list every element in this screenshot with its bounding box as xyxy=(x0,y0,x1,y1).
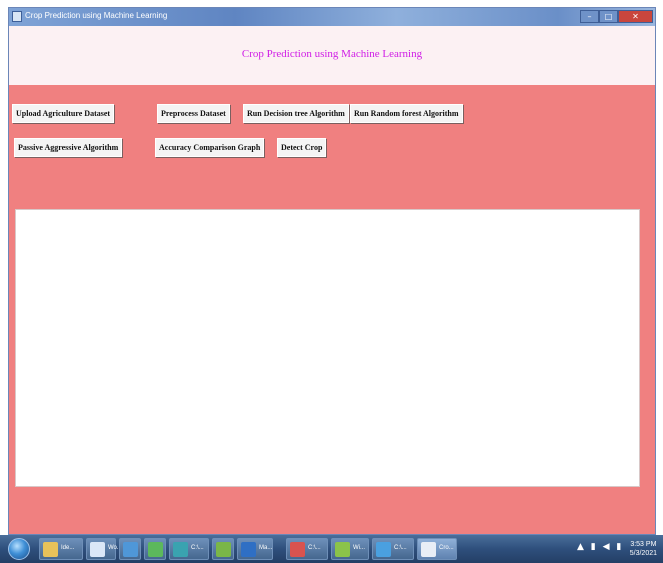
taskbar-button[interactable]: Wo... xyxy=(86,538,122,560)
taskbar-button-active[interactable]: Cro... xyxy=(417,538,457,560)
title-bar[interactable]: Crop Prediction using Machine Learning –… xyxy=(9,8,655,26)
clock-time: 3:53 PM xyxy=(630,541,657,548)
detect-crop-button[interactable]: Detect Crop xyxy=(277,138,327,157)
taskbar-button[interactable] xyxy=(144,538,166,560)
start-button[interactable] xyxy=(8,538,30,560)
folder-icon xyxy=(43,542,58,557)
python-icon xyxy=(216,542,231,557)
taskbar-button[interactable]: C:\... xyxy=(372,538,414,560)
passive-aggressive-button[interactable]: Passive Aggressive Algorithm xyxy=(14,138,123,157)
page-title: Crop Prediction using Machine Learning xyxy=(241,48,423,60)
run-random-forest-button[interactable]: Run Random forest Algorithm xyxy=(350,104,463,123)
app-window: Crop Prediction using Machine Learning –… xyxy=(8,7,656,535)
taskbar-button[interactable]: Ma... xyxy=(237,538,273,560)
desktop: Crop Prediction using Machine Learning –… xyxy=(0,0,663,563)
run-decision-tree-button[interactable]: Run Decision tree Algorithm xyxy=(243,104,349,123)
clock-date: 5/3/2021 xyxy=(629,550,657,557)
accuracy-graph-button[interactable]: Accuracy Comparison Graph xyxy=(155,138,265,157)
tray-icons[interactable]: ▲ ▮ ◀ ▮ xyxy=(577,542,623,552)
notepad-icon xyxy=(290,542,305,557)
feather-icon xyxy=(12,11,22,22)
header-panel: Crop Prediction using Machine Learning xyxy=(9,26,655,85)
upload-dataset-button[interactable]: Upload Agriculture Dataset xyxy=(12,104,115,123)
internet-explorer-icon xyxy=(123,542,138,557)
clock[interactable]: 3:53 PM 5/3/2021 xyxy=(630,540,657,558)
taskbar-button[interactable] xyxy=(212,538,234,560)
maximize-button[interactable]: □ xyxy=(599,10,618,23)
feather-icon xyxy=(421,542,436,557)
taskbar: Ide... Wo... C:\... Ma... C:\... Wi... C… xyxy=(0,535,663,563)
window-title: Crop Prediction using Machine Learning xyxy=(25,11,168,20)
minimize-button[interactable]: – xyxy=(580,10,599,23)
taskbar-button[interactable] xyxy=(119,538,141,560)
taskbar-button[interactable]: C:\... xyxy=(286,538,328,560)
chrome-icon xyxy=(148,542,163,557)
taskbar-button[interactable]: C:\... xyxy=(169,538,209,560)
terminal-icon xyxy=(173,542,188,557)
taskbar-button[interactable]: Ide... xyxy=(39,538,83,560)
window-icon xyxy=(335,542,350,557)
system-tray: ▲ ▮ ◀ ▮ 3:53 PM 5/3/2021 xyxy=(571,535,663,563)
preprocess-dataset-button[interactable]: Preprocess Dataset xyxy=(157,104,230,123)
taskbar-button[interactable]: Wi... xyxy=(331,538,369,560)
output-text-area[interactable] xyxy=(15,209,640,487)
document-icon xyxy=(90,542,105,557)
command-icon xyxy=(376,542,391,557)
close-button[interactable]: ✕ xyxy=(618,10,653,23)
media-icon xyxy=(241,542,256,557)
